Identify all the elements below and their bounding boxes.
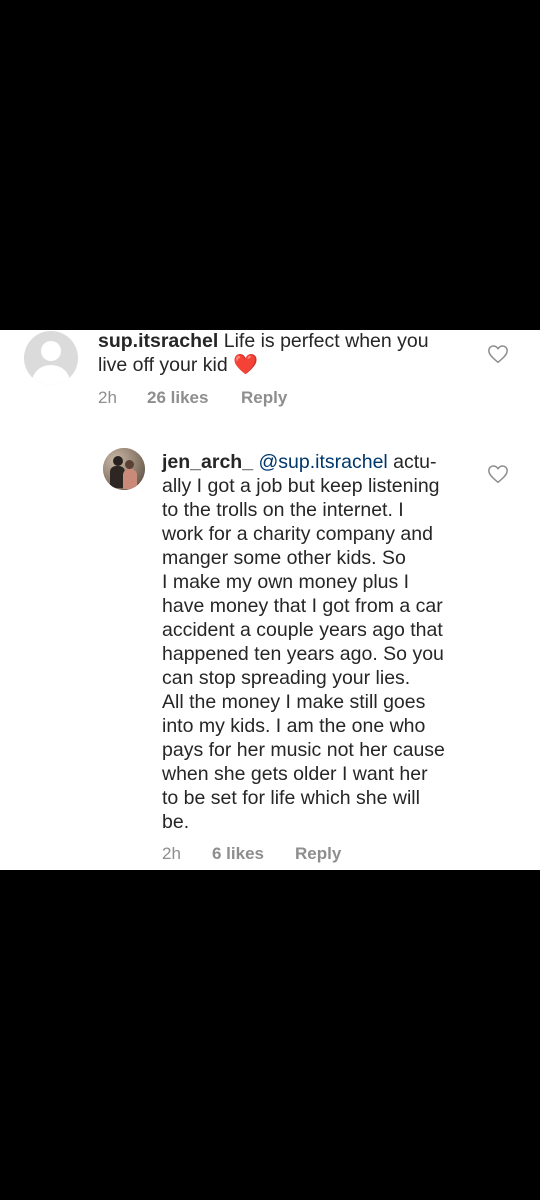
comment-reply-wrap: Reply <box>241 388 287 408</box>
reply-body-first: actu- <box>393 451 437 473</box>
photo-person-head <box>113 456 123 466</box>
avatar-head-shape <box>41 341 61 361</box>
reply-mention-link[interactable]: @sup.itsrachel <box>258 451 387 473</box>
comment-likes-wrap: 26 likes <box>147 388 208 408</box>
comment-meta: 2h <box>98 388 117 408</box>
comment-timestamp: 2h <box>98 388 117 407</box>
reply-reply-button[interactable]: Reply <box>295 844 341 863</box>
comment-text: sup.itsrachel Life is perfect when you l… <box>98 329 478 377</box>
photo-child-head <box>125 460 134 469</box>
heart-outline-icon[interactable] <box>487 343 509 365</box>
red-heart-emoji: ❤️ <box>233 354 259 376</box>
reply-timestamp: 2h <box>162 844 181 863</box>
reply-meta: 2h <box>162 844 181 864</box>
reply-body: ally I got a job but keep listening to t… <box>162 475 445 833</box>
photo-child-body <box>123 469 137 489</box>
reply-likes-count[interactable]: 6 likes <box>212 844 264 863</box>
reply-text: jen_arch_ @sup.itsrachel actu- ally I go… <box>162 450 482 834</box>
reply-likes-wrap: 6 likes <box>212 844 264 864</box>
reply-username[interactable]: jen_arch_ <box>162 451 253 473</box>
comment-likes-count[interactable]: 26 likes <box>147 388 208 407</box>
commenter-avatar[interactable] <box>24 331 78 385</box>
reply-avatar[interactable] <box>103 448 145 490</box>
comment-reply-button[interactable]: Reply <box>241 388 287 407</box>
avatar-body-shape <box>32 365 70 385</box>
comment-username[interactable]: sup.itsrachel <box>98 330 218 352</box>
reply-reply-wrap: Reply <box>295 844 341 864</box>
heart-outline-icon[interactable] <box>487 463 509 485</box>
